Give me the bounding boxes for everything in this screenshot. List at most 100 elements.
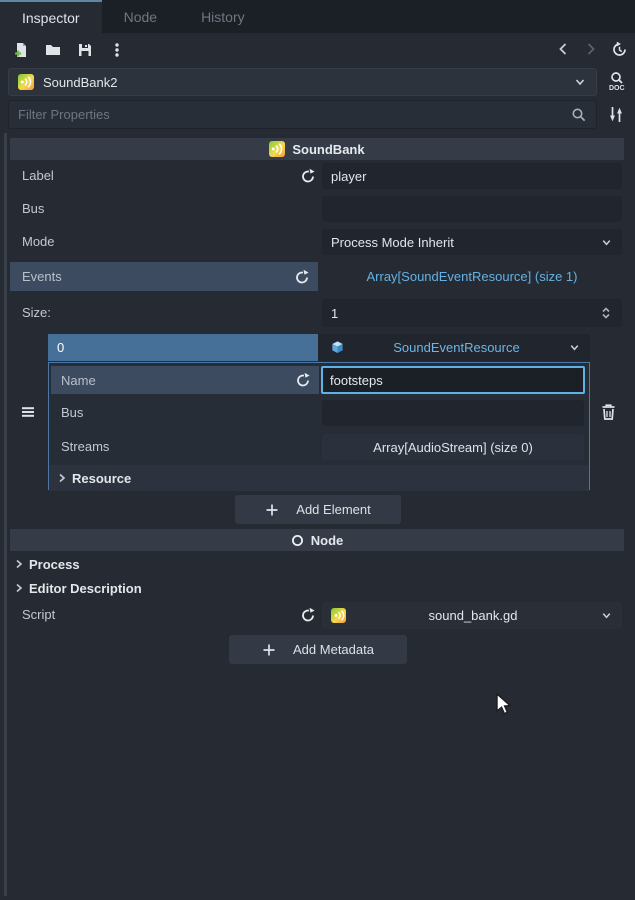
streams-array-button[interactable]: Array[AudioStream] (size 0) [322, 434, 584, 460]
element-type-text: SoundEventResource [345, 340, 568, 355]
open-docs-button[interactable]: DOC [606, 71, 626, 92]
mode-dropdown[interactable]: Process Mode Inherit [322, 229, 622, 255]
property-tools-button[interactable] [607, 105, 625, 124]
revert-script-button[interactable] [300, 607, 316, 623]
name-value-input[interactable] [321, 366, 585, 394]
script-dropdown[interactable]: sound_bank.gd [322, 602, 622, 629]
group-resource[interactable]: Resource [49, 465, 589, 491]
resource-name: SoundBank2 [43, 75, 573, 90]
save-icon [77, 42, 93, 58]
search-icon [571, 107, 587, 123]
file-plus-icon [13, 42, 29, 58]
events-array-text: Array[SoundEventResource] (size 1) [367, 269, 578, 284]
inspector-toolbar [0, 33, 635, 66]
spinner-updown-icon[interactable] [599, 305, 613, 321]
chevron-down-icon [600, 236, 613, 249]
load-resource-button[interactable] [45, 42, 61, 58]
drag-handle-icon [20, 404, 36, 420]
delete-element-button[interactable] [600, 403, 617, 421]
prop-label-streams: Streams [61, 434, 109, 460]
category-soundbank[interactable]: SoundBank [10, 138, 624, 160]
doc-search-icon: DOC [606, 71, 626, 92]
add-metadata-label: Add Metadata [293, 642, 374, 657]
mode-value-text: Process Mode Inherit [331, 235, 600, 250]
prop-label-mode: Mode [22, 229, 55, 255]
group-process[interactable]: Process [14, 555, 80, 573]
tab-bar: Inspector Node History [0, 0, 635, 33]
group-editor-description-label: Editor Description [29, 581, 142, 596]
resource-selector[interactable]: SoundBank2 [8, 68, 597, 96]
element-index-cell[interactable]: 0 [48, 334, 318, 361]
plus-icon [265, 503, 279, 517]
bus-value-field[interactable] [322, 196, 622, 222]
new-resource-button[interactable] [13, 42, 29, 58]
revert-label-button[interactable] [300, 168, 316, 184]
element-drag-handle[interactable] [20, 404, 36, 420]
prop-label-size: Size: [22, 300, 51, 326]
revert-name-button[interactable] [295, 372, 311, 388]
streams-array-text: Array[AudioStream] (size 0) [373, 440, 533, 455]
category-title: SoundBank [292, 142, 364, 157]
label-value-text: player [331, 169, 366, 184]
mouse-cursor [496, 693, 518, 717]
element-resource-panel: Name Bus Streams Array[AudioStream] (siz… [48, 362, 590, 490]
filter-properties-bar [8, 100, 597, 129]
folder-icon [45, 42, 61, 58]
add-element-label: Add Element [296, 502, 370, 517]
chevron-down-icon [568, 341, 581, 354]
tab-history[interactable]: History [179, 0, 267, 33]
soundbank-icon [269, 141, 285, 157]
history-forward-button[interactable] [583, 41, 599, 57]
object-history-button[interactable] [611, 41, 627, 57]
arrow-collapsed-icon [57, 472, 67, 484]
prop-label-events: Events [22, 269, 62, 284]
svg-text:DOC: DOC [609, 85, 625, 92]
filter-properties-input[interactable] [18, 107, 571, 122]
save-resource-button[interactable] [77, 42, 93, 58]
group-process-label: Process [29, 557, 80, 572]
prop-label-bus: Bus [22, 196, 44, 222]
extra-options-button[interactable] [109, 42, 125, 58]
inspector-panel: Inspector Node History [0, 0, 635, 900]
soundbank-resource-icon [18, 74, 34, 90]
category-node[interactable]: Node [10, 529, 624, 551]
arrow-collapsed-icon [14, 582, 24, 594]
arrow-collapsed-icon [14, 558, 24, 570]
element-index-text: 0 [57, 340, 64, 355]
prop-label-script: Script [22, 602, 55, 628]
group-editor-description[interactable]: Editor Description [14, 579, 142, 597]
history-icon [611, 41, 628, 58]
plus-icon [262, 643, 276, 657]
script-value-text: sound_bank.gd [346, 608, 600, 623]
tab-node[interactable]: Node [102, 0, 179, 33]
category-node-title: Node [311, 533, 344, 548]
size-value-text: 1 [331, 306, 599, 321]
chevron-down-icon [600, 609, 613, 622]
size-spinner[interactable]: 1 [322, 299, 622, 327]
group-resource-label: Resource [72, 471, 131, 486]
node-circle-icon [291, 534, 304, 547]
audio-jack-tools-icon [607, 105, 625, 124]
resource-cube-icon [330, 340, 345, 355]
prop-label-label: Label [22, 163, 54, 189]
prop-label-name: Name [61, 373, 96, 388]
events-array-button[interactable]: Array[SoundEventResource] (size 1) [322, 262, 622, 291]
prop-events-cell[interactable]: Events [10, 262, 318, 291]
dots-vertical-icon [109, 42, 125, 58]
script-resource-icon [331, 608, 346, 623]
prop-name-cell[interactable]: Name [51, 366, 319, 394]
history-back-button[interactable] [555, 41, 571, 57]
chevron-right-icon [584, 41, 598, 57]
revert-events-button[interactable] [294, 269, 310, 285]
label-value-field[interactable]: player [322, 163, 622, 189]
add-metadata-button[interactable]: Add Metadata [229, 635, 407, 664]
element-type-dropdown[interactable]: SoundEventResource [318, 334, 590, 361]
trash-icon [600, 403, 617, 421]
left-scrollbar[interactable] [4, 133, 7, 896]
element-bus-field[interactable] [322, 400, 584, 426]
tab-inspector[interactable]: Inspector [0, 0, 102, 33]
chevron-down-icon [573, 75, 587, 89]
prop-label-element-bus: Bus [61, 400, 83, 426]
chevron-left-icon [556, 41, 570, 57]
add-element-button[interactable]: Add Element [235, 495, 401, 524]
